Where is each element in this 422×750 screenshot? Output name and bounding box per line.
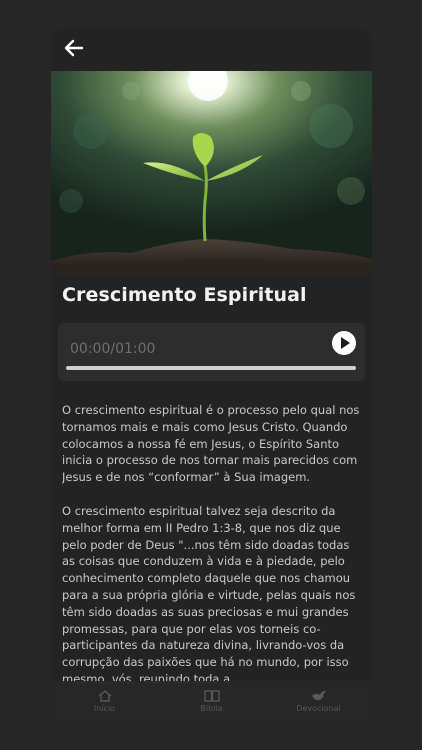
progress-bar[interactable] <box>66 366 356 370</box>
nav-label: Bíblia <box>200 703 223 713</box>
nav-item-home[interactable]: Início <box>51 681 158 721</box>
nav-label: Início <box>93 703 116 713</box>
nav-item-devotional[interactable]: Devocional <box>265 681 372 721</box>
home-icon <box>98 689 111 702</box>
time-display: 00:00/01:00 <box>70 341 156 357</box>
paragraph: O crescimento espiritual é o processo pe… <box>62 403 360 485</box>
devotional-text: O crescimento espiritual é o processo pe… <box>62 402 364 710</box>
top-bar <box>51 29 372 71</box>
page-title: Crescimento Espiritual <box>62 284 307 306</box>
seedling-photo <box>51 71 372 275</box>
nav-label: Devocional <box>296 704 341 713</box>
nav-item-bible[interactable]: Bíblia <box>158 681 265 721</box>
dove-icon <box>311 690 326 701</box>
arrow-left-icon <box>64 39 84 57</box>
play-icon <box>341 337 350 349</box>
devotional-screen: Crescimento Espiritual 00:00/01:00 O cre… <box>51 29 372 721</box>
book-icon <box>203 689 220 702</box>
play-button[interactable] <box>332 331 356 355</box>
audio-player: 00:00/01:00 <box>58 323 365 381</box>
bottom-nav: Início Bíblia Devocional <box>51 681 372 721</box>
paragraph: O crescimento espiritual talvez seja des… <box>62 503 356 686</box>
back-button[interactable] <box>61 35 87 61</box>
hero-image <box>51 71 372 275</box>
